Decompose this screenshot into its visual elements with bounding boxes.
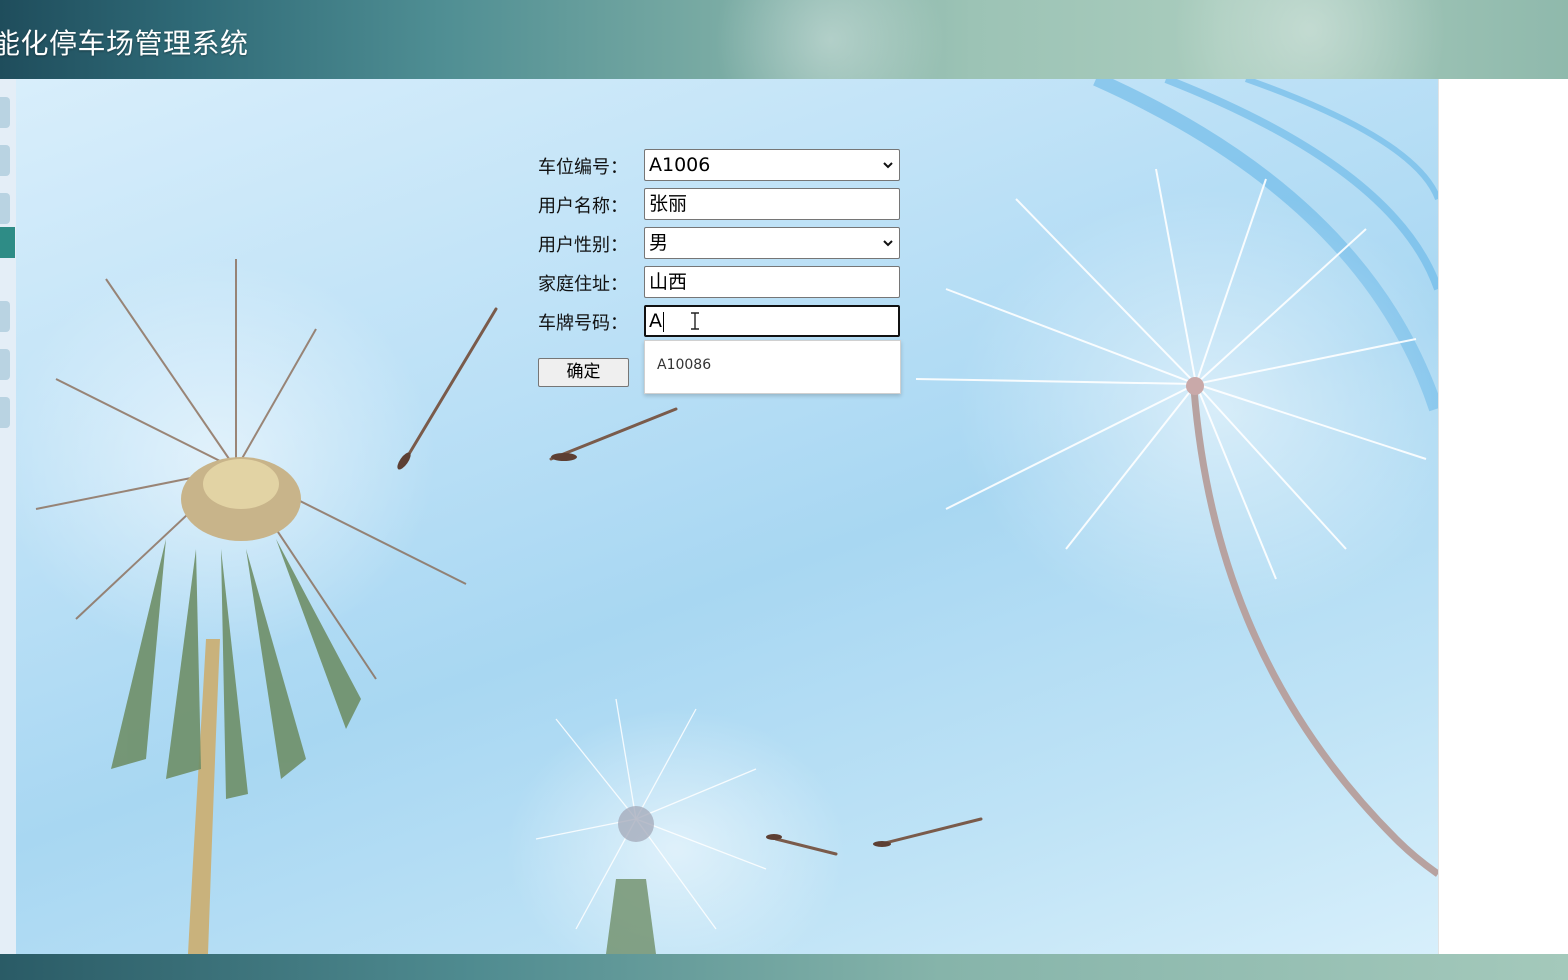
gender-label: 用户性别： (538, 235, 628, 256)
plate-number-input[interactable]: A (644, 305, 900, 337)
sidebar-tab-7[interactable] (0, 397, 10, 428)
address-input[interactable]: 山西 (644, 266, 900, 298)
plate-number-label: 车牌号码： (538, 313, 628, 334)
autocomplete-option[interactable]: A10086 (657, 357, 711, 373)
user-name-input[interactable]: 张丽 (644, 188, 900, 220)
sidebar-tab-5[interactable] (0, 301, 10, 332)
right-blank-area (1438, 79, 1568, 954)
autocomplete-dropdown: A10086 (644, 340, 901, 394)
space-number-label: 车位编号： (538, 157, 628, 178)
text-caret (663, 311, 664, 332)
sidebar (0, 79, 16, 954)
user-name-label: 用户名称： (538, 196, 628, 217)
confirm-button[interactable]: 确定 (538, 358, 629, 387)
form-row-user-name: 用户名称： 张丽 (538, 188, 918, 227)
space-number-select[interactable]: A1006 (644, 149, 900, 181)
sidebar-tab-2[interactable] (0, 145, 10, 176)
space-number-value: A1006 (649, 154, 711, 176)
form-row-space-number: 车位编号： A1006 (538, 149, 918, 188)
footer-bar (0, 954, 1568, 980)
address-label: 家庭住址： (538, 274, 628, 295)
sidebar-tab-1[interactable] (0, 97, 10, 128)
form-row-gender: 用户性别： 男 (538, 227, 918, 266)
gender-value: 男 (649, 232, 669, 254)
chevron-down-icon (883, 240, 893, 247)
form-row-address: 家庭住址： 山西 (538, 266, 918, 305)
sidebar-tab-3[interactable] (0, 193, 10, 224)
sidebar-tab-6[interactable] (0, 349, 10, 380)
main-content: 车位编号： A1006 用户名称： 张丽 用户性别： 男 家庭住址： 山西 车牌… (16, 79, 1438, 954)
form-row-plate-number: 车牌号码： A (538, 305, 918, 344)
parking-form: 车位编号： A1006 用户名称： 张丽 用户性别： 男 家庭住址： 山西 车牌… (538, 149, 918, 394)
address-value: 山西 (649, 271, 688, 293)
sidebar-tab-active[interactable] (0, 227, 15, 258)
user-name-value: 张丽 (649, 193, 688, 215)
header-banner: 能化停车场管理系统 (0, 0, 1568, 79)
gender-select[interactable]: 男 (644, 227, 900, 259)
plate-number-value: A (649, 310, 662, 332)
app-title: 能化停车场管理系统 (0, 27, 249, 60)
chevron-down-icon (883, 162, 893, 169)
ibeam-cursor-icon (691, 312, 699, 330)
